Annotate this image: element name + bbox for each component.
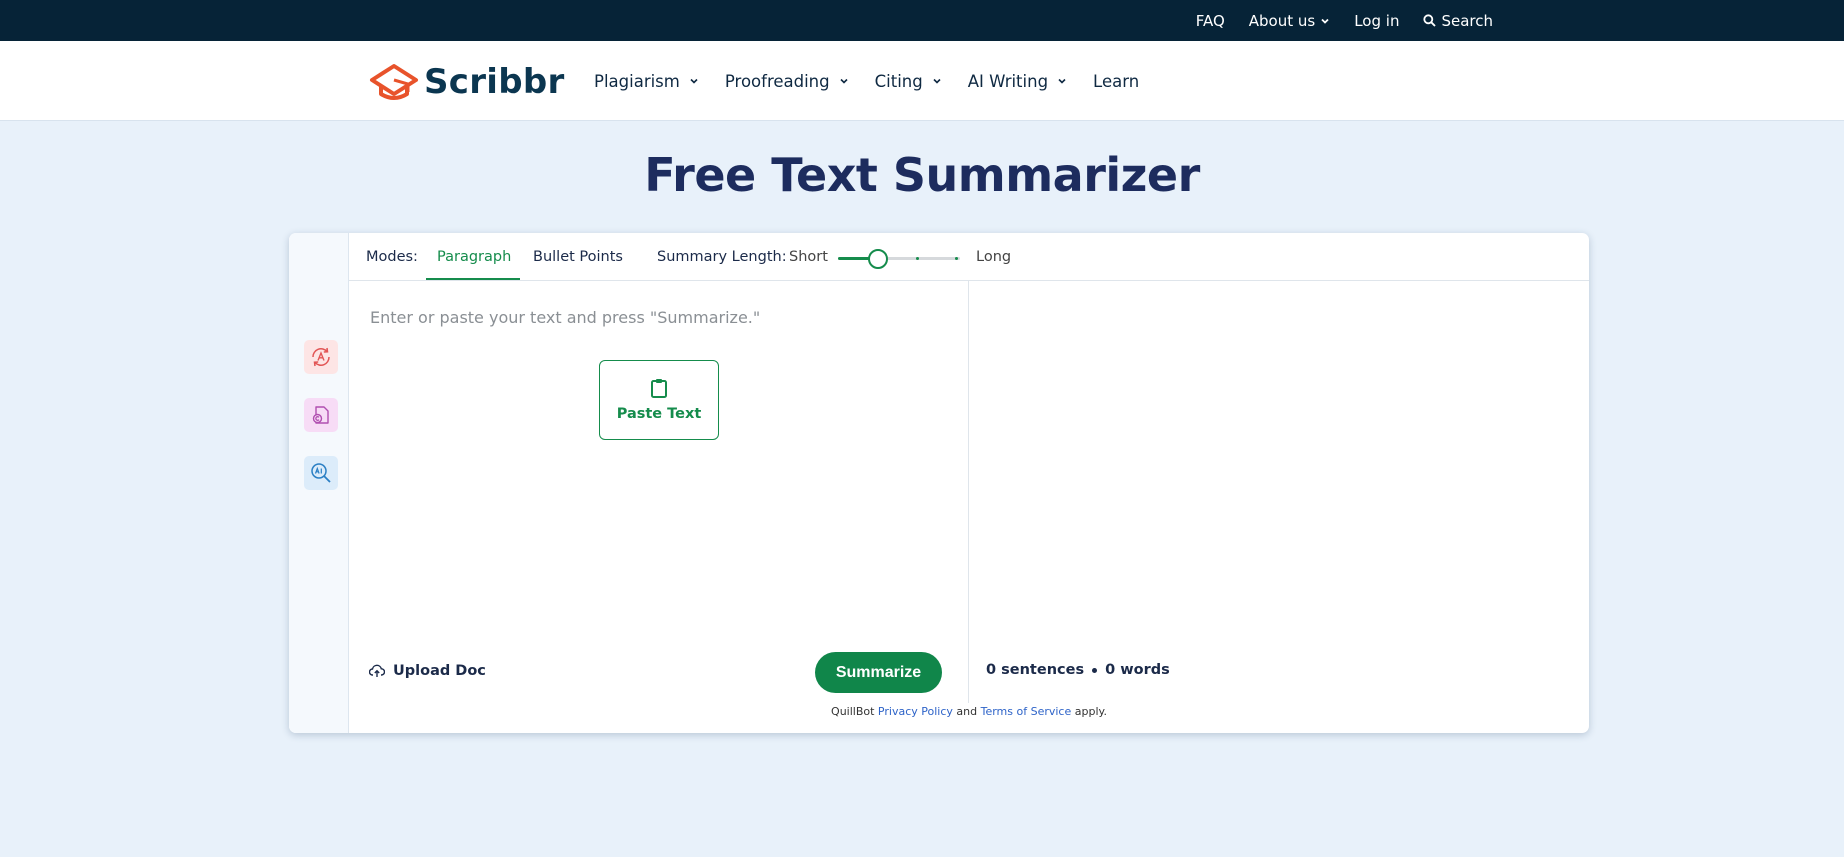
paraphraser-tool-button[interactable] (304, 340, 338, 374)
faq-link[interactable]: FAQ (1196, 12, 1225, 30)
chevron-down-icon (1058, 78, 1066, 84)
search-icon (1423, 14, 1437, 27)
tab-paragraph[interactable]: Paragraph (437, 249, 511, 265)
privacy-policy-link[interactable]: Privacy Policy (878, 705, 953, 718)
tab-bullet-points[interactable]: Bullet Points (533, 249, 623, 265)
citation-tool-button[interactable] (304, 398, 338, 432)
summary-length-slider[interactable] (838, 248, 960, 269)
word-count: 0 words (1105, 662, 1170, 678)
ai-detector-icon (311, 463, 331, 483)
nav-item-citing[interactable]: Citing (875, 72, 942, 91)
paraphrase-icon (312, 347, 330, 367)
upload-doc-button[interactable]: Upload Doc (369, 663, 486, 679)
ai-detector-tool-button[interactable] (304, 456, 338, 490)
length-long-label: Long (976, 249, 1012, 265)
brand-name: Scribbr (424, 62, 565, 102)
about-us-menu[interactable]: About us (1249, 12, 1330, 30)
paste-text-button[interactable]: Paste Text (599, 360, 719, 440)
chevron-down-icon (690, 78, 698, 84)
summarizer-card: Modes: Paragraph Bullet Points Summary L… (289, 233, 1589, 733)
search-link[interactable]: Search (1423, 12, 1493, 30)
chevron-down-icon (840, 78, 848, 84)
page-title: Free Text Summarizer (644, 148, 1200, 202)
top-utility-bar: FAQ About us Log in Search (0, 0, 1844, 41)
sentence-count: 0 sentences (986, 662, 1085, 678)
log-in-link[interactable]: Log in (1354, 12, 1399, 30)
active-tab-indicator (426, 278, 520, 280)
slider-tick (955, 257, 958, 260)
nav-item-ai-writing[interactable]: AI Writing (968, 72, 1067, 91)
input-pane[interactable]: Enter or paste your text and press "Summ… (349, 281, 969, 703)
summarize-button[interactable]: Summarize (815, 652, 942, 693)
separator-dot (1092, 667, 1098, 673)
chevron-down-icon (933, 78, 941, 84)
modes-toolbar: Modes: Paragraph Bullet Points Summary L… (349, 233, 1589, 281)
terms-of-service-link[interactable]: Terms of Service (981, 705, 1072, 718)
utility-links: FAQ About us Log in Search (1196, 0, 1493, 41)
graduation-cap-logo-icon (370, 64, 418, 100)
output-stats: 0 sentences 0 words (986, 662, 1170, 678)
length-short-label: Short (789, 249, 828, 265)
nav-item-plagiarism[interactable]: Plagiarism (594, 72, 699, 91)
cloud-upload-icon (369, 664, 385, 677)
summary-length-label: Summary Length: (657, 249, 787, 265)
text-input-placeholder[interactable]: Enter or paste your text and press "Summ… (370, 308, 760, 327)
slider-tick (916, 257, 919, 260)
tool-sidebar (289, 233, 349, 733)
scribbr-logo[interactable]: Scribbr (368, 60, 565, 104)
output-pane: 0 sentences 0 words (970, 281, 1589, 703)
nav-item-learn[interactable]: Learn (1093, 72, 1139, 91)
nav-links: Plagiarism Proofreading Citing AI Writin… (594, 41, 1139, 121)
main-navbar: Scribbr Plagiarism Proofreading Citing A… (0, 41, 1844, 121)
slider-thumb[interactable] (868, 249, 889, 269)
clipboard-icon (651, 379, 667, 398)
nav-item-proofreading[interactable]: Proofreading (725, 72, 849, 91)
modes-label: Modes: (366, 249, 418, 265)
legal-notice: QuillBot Privacy Policy and Terms of Ser… (831, 705, 1107, 718)
chevron-down-icon (1321, 18, 1329, 24)
citation-icon (312, 406, 329, 424)
